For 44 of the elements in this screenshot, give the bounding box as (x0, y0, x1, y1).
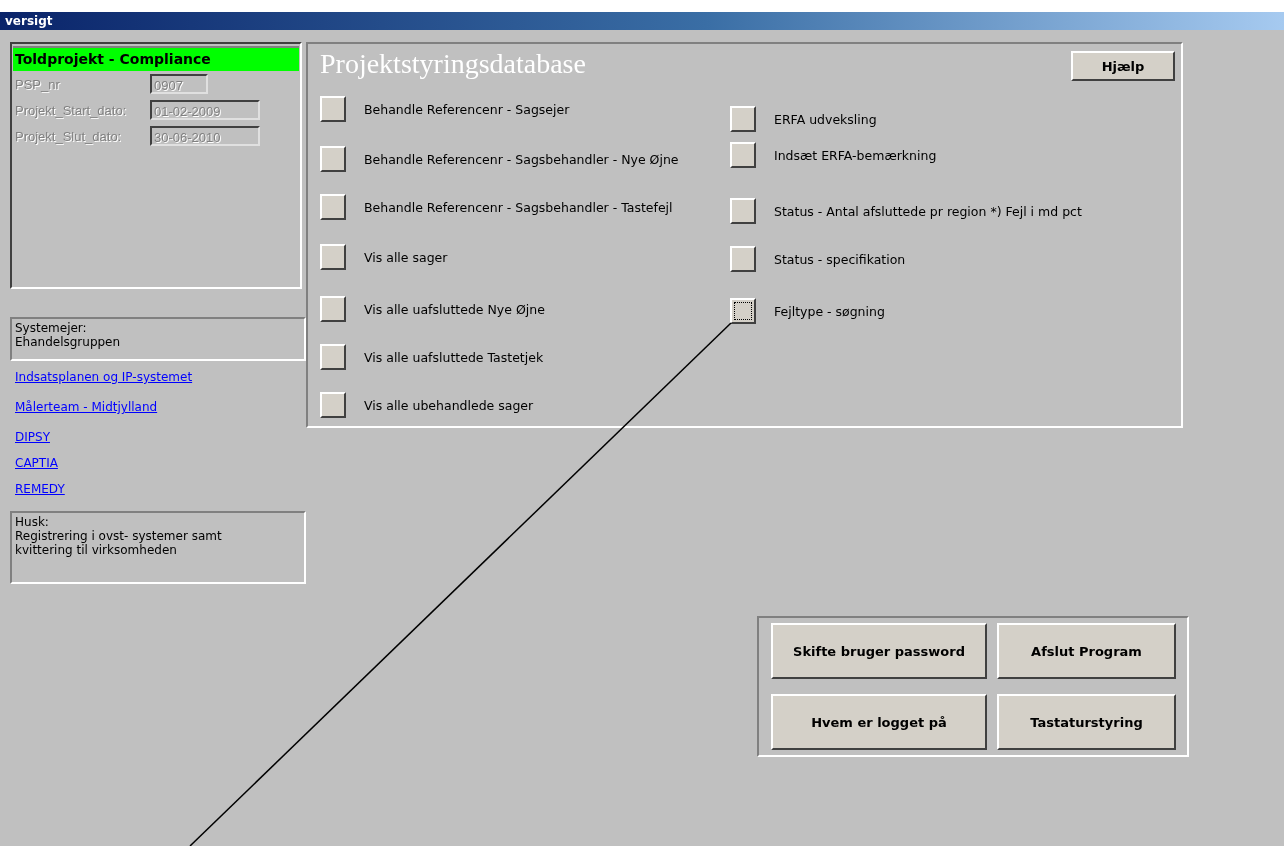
link[interactable]: DIPSY (15, 429, 50, 445)
project-title: Toldprojekt - Compliance (13, 46, 299, 71)
command-button[interactable]: Afslut Program (997, 623, 1176, 679)
field-label: PSP_nr (14, 76, 61, 92)
link[interactable]: CAPTIA (15, 455, 58, 471)
action-button[interactable] (320, 344, 346, 370)
owner-value: Ehandelsgruppen (15, 335, 122, 349)
field-label: Projekt_Slut_dato: (14, 128, 123, 144)
help-button[interactable]: Hjælp (1071, 51, 1175, 81)
action-button[interactable] (320, 96, 346, 122)
action-label: Vis alle ubehandlede sager (364, 397, 534, 413)
action-label: Behandle Referencenr - Sagsbehandler - Tastefejl (364, 199, 673, 215)
action-button[interactable] (320, 146, 346, 172)
window-title: versigt (5, 14, 53, 28)
action-label: Behandle Referencenr - Sagsejer (364, 101, 570, 117)
action-button[interactable] (320, 392, 346, 418)
action-label: Behandle Referencenr - Sagsbehandler - Nye Øjne (364, 151, 679, 167)
action-label: Vis alle uafsluttede Tastetjek (364, 349, 544, 365)
action-label: ERFA udveksling (774, 111, 877, 127)
action-label: Fejltype - søgning (774, 303, 885, 319)
action-label: Vis alle uafsluttede Nye Øjne (364, 301, 545, 317)
link[interactable]: Målerteam - Midtjylland (15, 399, 158, 415)
field-label: Projekt_Start_dato: (14, 102, 128, 118)
link[interactable]: Indsatsplanen og IP-systemet (15, 369, 193, 385)
command-button[interactable]: Tastaturstyring (997, 694, 1176, 750)
link[interactable]: REMEDY (15, 481, 65, 497)
app-title: Projektstyringsdatabase (320, 48, 586, 80)
action-label: Indsæt ERFA-bemærkning (774, 147, 937, 163)
command-button[interactable]: Hvem er logget på (771, 694, 987, 750)
action-label: Status - specifikation (774, 251, 906, 267)
action-label: Vis alle sager (364, 249, 448, 265)
owner-label: Systemejer: (15, 321, 88, 335)
action-button[interactable] (320, 244, 346, 270)
reminder-label: Husk: (15, 515, 50, 529)
action-button[interactable] (730, 298, 756, 324)
action-button[interactable] (320, 194, 346, 220)
action-label: Status - Antal afsluttede pr region *) Fejl i md pct (774, 203, 1082, 219)
action-button[interactable] (730, 106, 756, 132)
reminder-text: Registrering i ovst- systemer samt kvittering til virksomheden (15, 529, 223, 557)
command-button[interactable]: Skifte bruger password (771, 623, 987, 679)
action-button[interactable] (320, 296, 346, 322)
action-button[interactable] (730, 198, 756, 224)
action-button[interactable] (730, 246, 756, 272)
action-button[interactable] (730, 142, 756, 168)
